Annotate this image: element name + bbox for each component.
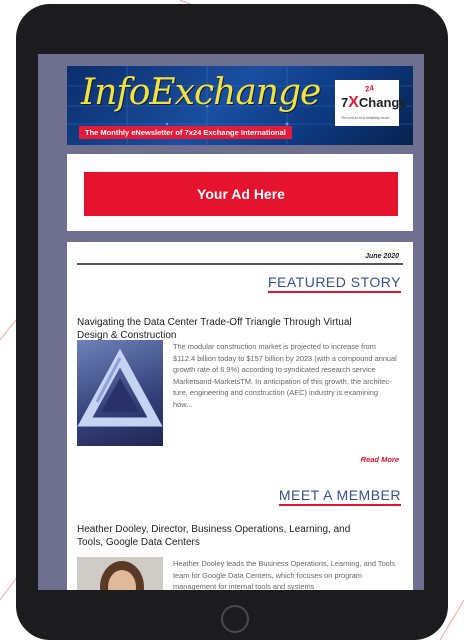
logo-x: X xyxy=(348,94,359,111)
member-headline[interactable]: Heather Dooley, Director, Business Opera… xyxy=(77,523,377,549)
member-body: Heather Dooley leads the Business Operat… xyxy=(173,559,396,590)
7x24-exchange-logo[interactable]: 24 7XChange The end-to-end reliability f… xyxy=(335,80,407,126)
issue-date: June 2020 xyxy=(365,253,399,260)
member-portrait xyxy=(77,557,163,590)
newsletter-title: InfoExchange xyxy=(81,72,321,113)
home-button[interactable] xyxy=(221,605,249,633)
logo-main-text: Change xyxy=(358,95,407,110)
meet-a-member-heading: MEET A MEMBER xyxy=(278,487,401,506)
newsletter-content: June 2020 FEATURED STORY Navigating the … xyxy=(67,242,413,590)
read-more-link[interactable]: Read More xyxy=(361,455,399,464)
featured-body: The modular construction market is proje… xyxy=(173,342,397,409)
tablet-screen: InfoExchange The Monthly eNewsletter of … xyxy=(38,54,424,590)
header-divider xyxy=(77,263,403,265)
member-photo[interactable] xyxy=(77,557,163,590)
ad-panel: Your Ad Here xyxy=(67,154,413,231)
featured-headline[interactable]: Navigating the Data Center Trade-Off Tri… xyxy=(77,316,377,342)
newsletter-tagline: The Monthly eNewsletter of 7x24 Exchange… xyxy=(79,126,292,139)
your-ad-here-button[interactable]: Your Ad Here xyxy=(84,172,398,216)
impossible-triangle-image xyxy=(77,348,163,427)
logo-subtitle: The end-to-end reliability forum xyxy=(341,116,390,120)
logo-24-mark: 24 xyxy=(364,83,375,94)
newsletter-banner: InfoExchange The Monthly eNewsletter of … xyxy=(67,66,413,145)
logo-wordmark: 7XChange xyxy=(341,94,407,112)
featured-story-image[interactable] xyxy=(77,340,163,446)
featured-story-heading: FEATURED STORY xyxy=(267,274,401,293)
